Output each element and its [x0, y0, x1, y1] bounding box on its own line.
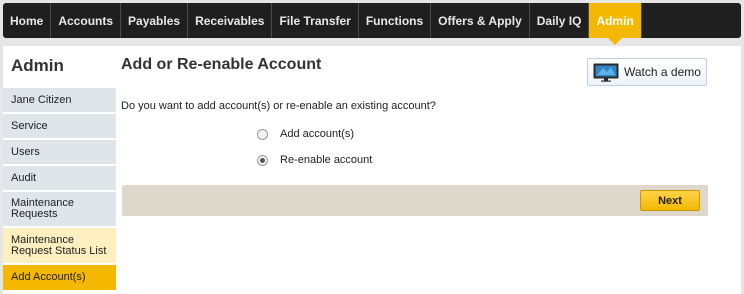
sidebar-item-add-accounts[interactable]: Add Account(s): [3, 265, 116, 292]
sidebar-item-audit[interactable]: Audit: [3, 166, 116, 192]
sidebar-item-jane-citizen[interactable]: Jane Citizen: [3, 88, 116, 114]
tab-admin[interactable]: Admin: [589, 3, 642, 45]
tab-daily-iq[interactable]: Daily IQ: [530, 3, 590, 38]
tab-file-transfer[interactable]: File Transfer: [272, 3, 359, 38]
option-add-accounts[interactable]: Add account(s): [257, 128, 354, 140]
tab-home[interactable]: Home: [3, 3, 52, 38]
tv-screen-icon: [593, 63, 619, 82]
main-navigation: Home Accounts Payables Receivables File …: [3, 3, 741, 45]
tab-functions[interactable]: Functions: [359, 3, 432, 38]
question-text: Do you want to add account(s) or re-enab…: [121, 100, 436, 112]
sidebar: Admin Jane Citizen Service Users Audit M…: [3, 46, 116, 294]
watch-demo-label: Watch a demo: [624, 65, 701, 79]
add-accounts-radio[interactable]: [257, 128, 268, 140]
sidebar-item-maintenance-requests[interactable]: Maintenance Requests: [3, 192, 116, 228]
main-panel: Admin Jane Citizen Service Users Audit M…: [3, 46, 741, 294]
sidebar-title: Admin: [11, 56, 64, 75]
tab-accounts[interactable]: Accounts: [51, 3, 122, 38]
tab-offers-apply[interactable]: Offers & Apply: [431, 3, 530, 38]
sidebar-item-service[interactable]: Service: [3, 114, 116, 140]
action-bar: Next: [122, 185, 708, 216]
tab-receivables[interactable]: Receivables: [188, 3, 273, 38]
option-reenable-account[interactable]: Re-enable account: [257, 154, 372, 166]
add-accounts-label: Add account(s): [280, 128, 354, 140]
sidebar-item-users[interactable]: Users: [3, 140, 116, 166]
watch-demo-button[interactable]: Watch a demo: [587, 58, 707, 86]
tab-payables[interactable]: Payables: [121, 3, 189, 38]
reenable-account-label: Re-enable account: [280, 154, 373, 166]
page-title: Add or Re-enable Account: [121, 56, 322, 73]
content-area: Add or Re-enable Account Watch a demo Do…: [121, 46, 741, 294]
reenable-account-radio[interactable]: [257, 154, 268, 166]
next-button[interactable]: Next: [640, 190, 700, 211]
sidebar-item-maintenance-request-status-list[interactable]: Maintenance Request Status List: [3, 228, 116, 265]
